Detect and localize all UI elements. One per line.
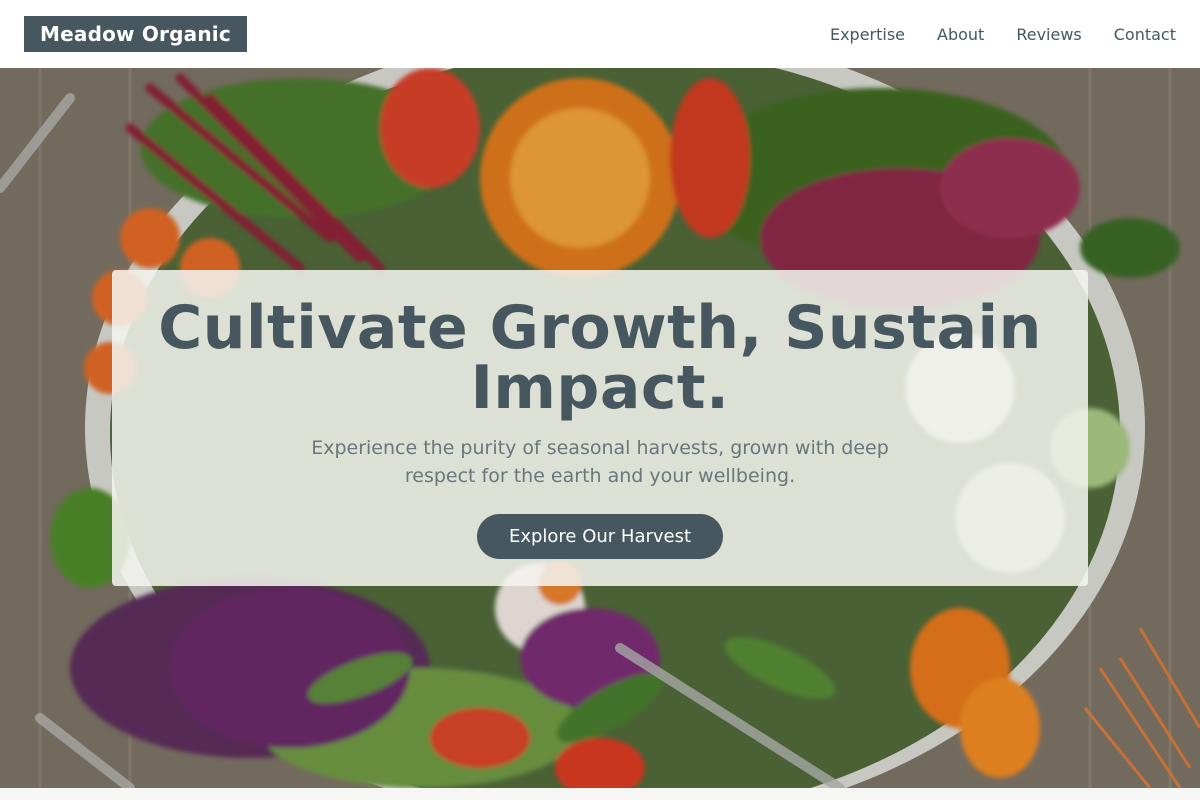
main-nav: Expertise About Reviews Contact — [798, 25, 1176, 44]
hero-section: Cultivate Growth, Sustain Impact. Experi… — [0, 68, 1200, 788]
nav-link-about[interactable]: About — [937, 25, 984, 44]
page-bottom-strip — [0, 788, 1200, 800]
explore-harvest-button[interactable]: Explore Our Harvest — [476, 514, 724, 559]
hero-overlay-card: Cultivate Growth, Sustain Impact. Experi… — [112, 270, 1088, 586]
brand-logo[interactable]: Meadow Organic — [24, 16, 247, 52]
nav-link-contact[interactable]: Contact — [1114, 25, 1176, 44]
hero-title: Cultivate Growth, Sustain Impact. — [158, 293, 1042, 423]
nav-link-expertise[interactable]: Expertise — [830, 25, 905, 44]
hero-subtitle: Experience the purity of seasonal harves… — [311, 437, 889, 487]
nav-link-reviews[interactable]: Reviews — [1016, 25, 1081, 44]
site-header: Meadow Organic Expertise About Reviews C… — [0, 0, 1200, 68]
